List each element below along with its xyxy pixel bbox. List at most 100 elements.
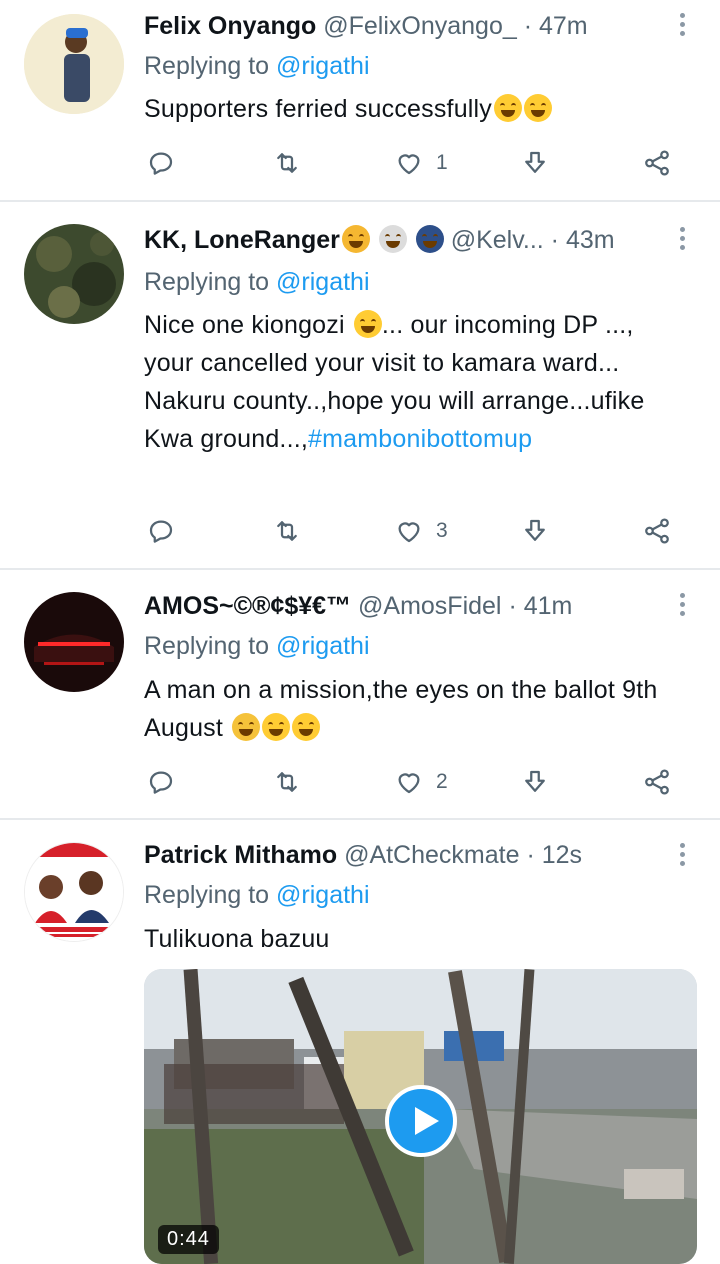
tweet-text: Supporters ferried successfully [144, 90, 690, 128]
timestamp[interactable]: 43m [566, 226, 615, 254]
separator: · [550, 226, 559, 254]
separator: · [508, 592, 517, 620]
display-name[interactable]: Felix Onyango [144, 12, 316, 40]
bookmark-button[interactable] [520, 143, 550, 183]
like-icon [394, 148, 424, 178]
user-handle[interactable]: @Kelv... [451, 226, 544, 254]
tweet-text-content: Tulikuona bazuu [144, 925, 330, 953]
user-handle[interactable]: @AtCheckmate [344, 841, 519, 869]
laughing-emoji [262, 713, 291, 741]
tweet[interactable]: Felix Onyango @FelixOnyango_ · 47m Reply… [0, 0, 720, 200]
mention-link[interactable]: @rigathi [276, 268, 369, 296]
avatar-image [24, 14, 124, 114]
retweet-icon [272, 148, 302, 178]
mention-link[interactable]: @rigathi [276, 52, 369, 80]
video-player[interactable]: 0:44 [144, 969, 697, 1264]
hashtag-link[interactable]: #mambonibottomup [308, 425, 532, 453]
tears-of-joy-emoji [494, 94, 523, 122]
tweet[interactable]: KK, LoneRanger @Kelv... · 43m Replying t… [0, 202, 720, 568]
timestamp[interactable]: 47m [539, 12, 588, 40]
avatar-image [24, 592, 124, 692]
avatar[interactable] [24, 592, 124, 692]
retweet-button[interactable] [272, 143, 302, 183]
like-count: 2 [436, 770, 448, 793]
more-icon[interactable] [676, 840, 688, 872]
tweet-actions: 2 [144, 762, 684, 802]
separator: · [523, 12, 533, 40]
tweet-text-content: Nice one kiongozi [144, 311, 345, 339]
avatar[interactable] [24, 14, 124, 114]
tweet-text: Nice one kiongozi ... our incoming DP ..… [144, 306, 690, 458]
more-icon[interactable] [676, 224, 688, 256]
like-button[interactable]: 1 [394, 143, 448, 183]
bookmark-button[interactable] [520, 511, 550, 551]
tweet[interactable]: Patrick Mithamo @AtCheckmate · 12s Reply… [0, 820, 720, 1264]
tweet-text-content: A man on a mission,the eyes on the ballo… [144, 676, 658, 742]
bookmark-icon [520, 767, 550, 797]
video-duration: 0:44 [158, 1225, 219, 1254]
more-icon[interactable] [676, 590, 688, 622]
more-icon[interactable] [676, 10, 688, 42]
flexed-biceps-emoji [353, 310, 382, 338]
timestamp[interactable]: 12s [542, 841, 582, 869]
tweet-actions: 3 [144, 511, 684, 551]
reply-button[interactable] [146, 143, 176, 183]
reply-icon [146, 516, 176, 546]
reply-button[interactable] [146, 762, 176, 802]
display-name[interactable]: KK, LoneRanger [144, 226, 340, 254]
bookmark-icon [520, 516, 550, 546]
tweet-text: A man on a mission,the eyes on the ballo… [144, 671, 664, 747]
replying-to: Replying to @rigathi [144, 264, 370, 300]
replying-to-label: Replying to [144, 632, 270, 660]
replying-to: Replying to @rigathi [144, 48, 370, 84]
reply-icon [146, 767, 176, 797]
retweet-button[interactable] [272, 762, 302, 802]
share-button[interactable] [642, 143, 672, 183]
share-button[interactable] [642, 762, 672, 802]
like-count: 1 [436, 151, 448, 174]
bookmark-button[interactable] [520, 762, 550, 802]
like-button[interactable]: 3 [394, 511, 448, 551]
avatar-image [25, 843, 123, 941]
tweet-header: Patrick Mithamo @AtCheckmate · 12s [144, 837, 670, 873]
avatar[interactable] [24, 842, 124, 942]
tweet[interactable]: AMOS~©®¢$¥€™ @AmosFidel · 41m Replying t… [0, 570, 720, 818]
tweet-header: AMOS~©®¢$¥€™ @AmosFidel · 41m [144, 588, 670, 624]
mention-link[interactable]: @rigathi [276, 632, 369, 660]
share-icon [642, 148, 672, 178]
avatar[interactable] [24, 224, 124, 324]
play-icon[interactable] [385, 1085, 457, 1157]
like-count: 3 [436, 519, 448, 542]
replying-to-label: Replying to [144, 52, 270, 80]
tears-of-joy-emoji [292, 713, 321, 741]
retweet-icon [272, 767, 302, 797]
replying-to-label: Replying to [144, 268, 270, 296]
replying-to: Replying to @rigathi [144, 877, 370, 913]
timestamp[interactable]: 41m [524, 592, 573, 620]
share-button[interactable] [642, 511, 672, 551]
avatar-image [24, 224, 124, 324]
replying-to: Replying to @rigathi [144, 628, 370, 664]
tweet-text-content: Supporters ferried successfully [144, 95, 493, 123]
display-name[interactable]: AMOS~©®¢$¥€™ [144, 592, 351, 620]
replying-to-label: Replying to [144, 881, 270, 909]
mention-link[interactable]: @rigathi [276, 881, 369, 909]
retweet-button[interactable] [272, 511, 302, 551]
reply-icon [146, 148, 176, 178]
tweet-text: Tulikuona bazuu [144, 920, 690, 958]
victory-hand-emoji [232, 713, 261, 741]
police-emoji [415, 225, 444, 253]
like-icon [394, 767, 424, 797]
like-button[interactable]: 2 [394, 762, 448, 802]
reply-button[interactable] [146, 511, 176, 551]
bookmark-icon [520, 148, 550, 178]
share-icon [642, 767, 672, 797]
retweet-icon [272, 516, 302, 546]
user-handle[interactable]: @AmosFidel [358, 592, 501, 620]
user-handle[interactable]: @FelixOnyango_ [323, 12, 517, 40]
fist-emoji [341, 225, 370, 253]
share-icon [642, 516, 672, 546]
separator: · [526, 841, 535, 869]
display-name[interactable]: Patrick Mithamo [144, 841, 337, 869]
tweet-header: Felix Onyango @FelixOnyango_ · 47m [144, 8, 670, 44]
